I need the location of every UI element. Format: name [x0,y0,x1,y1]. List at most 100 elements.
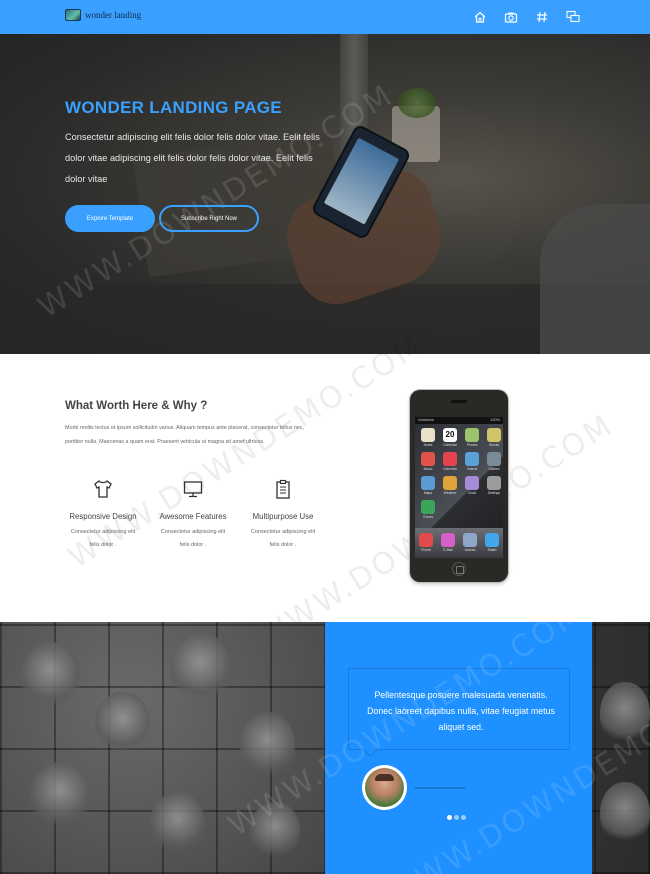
features-section: WWW.DOWNDEMO.COM WWW.DOWNDEMO.COM What W… [0,327,650,656]
app-tile: Photos [464,428,480,447]
home-button-icon [452,562,466,576]
battery-label: 100% [490,418,500,422]
carousel-dot[interactable] [461,815,466,820]
app-icon [465,476,479,490]
app-icon [443,452,457,466]
phone-screen: Vodafone 100% Notes 20 Calendar Photos Stock… [415,417,503,558]
home-icon[interactable] [473,10,487,24]
dock-app-label: Phone [421,548,431,552]
app-icon [487,428,501,442]
app-label: iTunes [422,515,434,519]
dock-app-tile: Safari [484,533,500,558]
dock-app-tile: Phone [418,533,434,558]
app-icon: 20 [443,428,457,442]
avatar [362,765,407,810]
app-label: Calendar [443,467,457,471]
features-text: Morbi mollis lectus et ipsum sollicitudi… [65,425,305,445]
dock-app-tile: Adress [462,533,478,558]
feature-item: Multipurpose Use Consectetur adipiscing … [238,478,328,552]
app-label: Notes [423,443,433,447]
monitor-icon [182,478,204,500]
app-label: Settings [487,491,501,495]
hashtag-icon[interactable] [535,10,549,24]
hero-title: WONDER LANDING PAGE [65,98,282,117]
app-tile: Utilities [486,452,502,471]
author-name-placeholder [415,787,465,789]
app-tile: Stocks [486,428,502,447]
app-label: Utilities [488,467,500,471]
background-portrait [240,712,295,782]
logo-text: wonder landing [85,10,142,20]
feature-desc: Consectetur adipiscing elit felis dolor … [160,529,226,548]
feature-desc: Consectetur adipiscing elit felis dolor … [70,529,136,548]
feature-name: Awesome Features [159,512,227,521]
app-tile: Notes [420,428,436,447]
background-portrait [250,802,300,862]
app-icon [421,500,435,514]
app-icon [487,476,501,490]
hero-background-plant [398,88,436,118]
app-tile: Clock [464,476,480,495]
hero-section: WWW.DOWNDEMO.COM WONDER LANDING PAGE Con… [0,34,650,354]
app-icon [465,452,479,466]
app-icon [443,476,457,490]
app-tile: Calendar [442,452,458,471]
top-navbar: wonder landing [0,0,650,34]
clipboard-icon [272,478,294,500]
app-icon [421,452,435,466]
app-tile: Videos [464,452,480,471]
background-portrait [170,632,230,707]
dock-app-tile: E-Mail [440,533,456,558]
quote-box: Pellentesque posuere malesuada venenatis… [348,668,570,750]
camera-icon[interactable] [504,10,518,24]
app-label: Calendar [443,443,457,447]
hero-text: Consectetur adipiscing elit felis dolor … [65,132,320,184]
background-portrait [600,782,650,847]
feature-item: Responsive Design Consectetur adipiscing… [58,478,148,552]
feature-item: Awesome Features Consectetur adipiscing … [148,478,238,552]
dock-app-label: Safari [487,548,497,552]
background-portrait [20,642,80,712]
smartphone-image: Vodafone 100% Notes 20 Calendar Photos Stock… [410,390,508,582]
subscribe-button[interactable]: Subscribe Right Now [159,205,259,232]
app-label: Music [423,467,433,471]
carrier-label: Vodafone [418,418,435,422]
app-label: Maps [423,491,433,495]
phone-dock: Phone E-Mail Adress Safari [415,528,503,558]
app-tile: Maps [420,476,436,495]
app-icon [421,476,435,490]
feature-list: Responsive Design Consectetur adipiscing… [58,478,328,552]
app-icon [421,428,435,442]
feature-name: Responsive Design [69,512,137,521]
dock-app-label: Adress [464,548,476,552]
dock-app-label: E-Mail [443,548,453,552]
background-portrait [95,692,150,757]
hero-background-sofa [540,204,650,354]
feature-name: Multipurpose Use [252,512,314,521]
dock-app-icon [441,533,455,547]
background-portrait [30,762,90,832]
explore-template-button[interactable]: Explore Template [65,205,155,232]
app-label: Weather [443,491,457,495]
app-tile: iTunes [420,500,436,519]
dock-app-icon [463,533,477,547]
background-portrait [150,792,205,857]
nav-icon-bar [473,10,580,24]
app-tile: 20 Calendar [442,428,458,447]
chat-icon[interactable] [566,10,580,24]
logo[interactable]: wonder landing [65,9,141,21]
feature-desc: Consectetur adipiscing elit felis dolor … [250,529,316,548]
testimonial-panel: Pellentesque posuere malesuada venenatis… [325,622,592,874]
carousel-dot[interactable] [447,815,452,820]
app-tile: Weather [442,476,458,495]
app-label: Videos [466,467,478,471]
app-icon [487,452,501,466]
carousel-dot[interactable] [454,815,459,820]
features-title: What Worth Here & Why ? [65,400,208,412]
testimonial-quote: Pellentesque posuere malesuada venenatis… [367,690,555,732]
testimonial-section: Pellentesque posuere malesuada venenatis… [0,622,650,874]
app-grid: Notes 20 Calendar Photos Stocks Music Calendar… [420,428,502,519]
dock-app-icon [485,533,499,547]
app-label: Clock [467,491,477,495]
phone-status-bar: Vodafone 100% [415,417,503,424]
